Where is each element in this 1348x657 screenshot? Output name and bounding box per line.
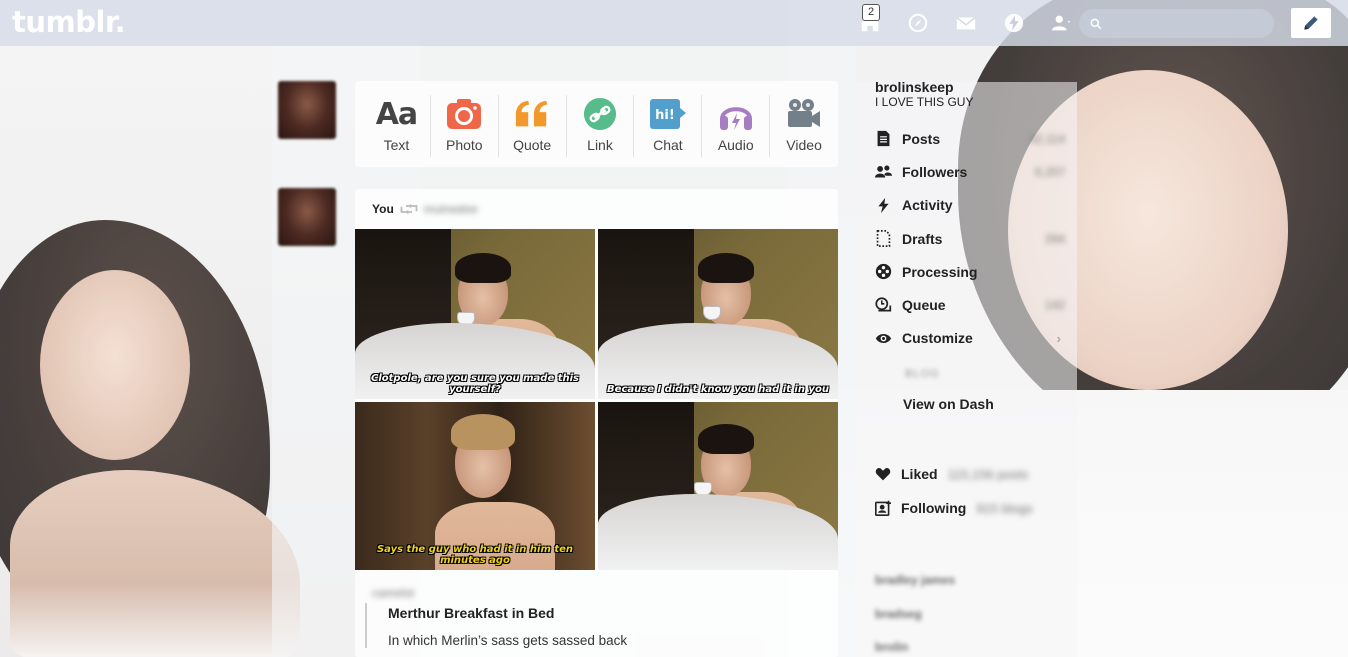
recent-blog[interactable]: bradley james	[875, 573, 955, 587]
photoset-caption: Clotpole, are you sure you made this you…	[371, 373, 579, 395]
following-count: 915 blogs	[976, 500, 1033, 516]
search-input[interactable]	[1109, 16, 1269, 31]
photoset-image[interactable]: Clotpole, are you sure you made this you…	[355, 229, 595, 399]
quote-icon	[515, 100, 548, 127]
post-type-selector: Aa Text Photo Quote Link hi! Chat Audio …	[355, 81, 838, 167]
following-icon	[875, 500, 891, 516]
sidebar-item-liked[interactable]: Liked 115,156 posts	[875, 466, 1028, 482]
chevron-right-icon: ›	[1056, 330, 1061, 346]
eye-icon	[875, 333, 892, 343]
search-bar[interactable]	[1079, 9, 1274, 38]
post-author[interactable]: You	[372, 202, 394, 216]
sidebar-item-activity[interactable]: Activity	[875, 189, 1065, 222]
recent-blog[interactable]: bradseg	[875, 607, 922, 621]
reblog-icon	[400, 203, 418, 215]
heart-icon	[875, 468, 891, 481]
drafts-icon	[876, 230, 891, 248]
post-header: You muirwalse	[372, 202, 478, 216]
text-icon: Aa	[375, 96, 418, 132]
post-type-text[interactable]: Aa Text	[363, 95, 431, 157]
photoset[interactable]: Clotpole, are you sure you made this you…	[355, 229, 838, 570]
lightning-icon[interactable]	[990, 8, 1038, 38]
dashboard-post: You muirwalse Clotpole, are you sure you…	[355, 189, 838, 657]
compass-icon[interactable]	[894, 8, 942, 38]
home-icon[interactable]: 2	[846, 4, 894, 38]
photoset-image[interactable]: Says the guy who had it in him ten minut…	[355, 402, 595, 570]
view-on-dash-link[interactable]: View on Dash	[903, 396, 994, 412]
video-icon	[788, 99, 821, 127]
blog-name[interactable]: brolinskeep	[875, 79, 954, 95]
document-icon	[877, 130, 890, 147]
post-type-chat[interactable]: hi! Chat	[634, 95, 703, 157]
search-icon	[1090, 18, 1102, 29]
post-type-link[interactable]: Link	[567, 95, 635, 157]
post-description: In which Merlin’s sass gets sassed back	[388, 633, 628, 648]
sidebar-item-drafts[interactable]: Drafts 294	[875, 222, 1065, 255]
sidebar-item-processing[interactable]: Processing	[875, 255, 1065, 288]
photoset-caption: Says the guy who had it in him ten minut…	[376, 544, 574, 566]
sidebar-item-queue[interactable]: Queue 142	[875, 288, 1065, 321]
reblogged-from[interactable]: muirwalse	[424, 202, 478, 216]
blog-section-label: BLOG	[905, 368, 940, 380]
photoset-image[interactable]	[598, 402, 838, 570]
mail-icon[interactable]	[942, 8, 990, 38]
post-source[interactable]: camelot	[372, 586, 414, 600]
photoset-image[interactable]: Because I didn't know you had it in you	[598, 229, 838, 399]
nav-icons: 2	[846, 4, 1086, 38]
blog-description: I LOVE THIS GUY	[875, 95, 974, 109]
people-icon	[875, 165, 892, 178]
link-icon	[583, 97, 617, 131]
svg-text:hi!: hi!	[655, 108, 675, 123]
post-type-video[interactable]: Video	[770, 95, 838, 157]
post-type-photo[interactable]: Photo	[431, 95, 499, 157]
sidebar-item-following[interactable]: Following 915 blogs	[875, 500, 1033, 516]
tumblr-logo[interactable]: tumblr.	[12, 5, 126, 39]
pencil-icon	[1304, 16, 1318, 30]
chat-icon: hi!	[649, 99, 686, 129]
headphones-icon	[719, 107, 752, 130]
sidebar-item-posts[interactable]: Posts 42,114	[875, 122, 1065, 155]
processing-icon	[875, 264, 892, 280]
post-avatar[interactable]	[278, 188, 336, 246]
top-navigation-bar: tumblr. 2	[0, 0, 1348, 46]
recent-blog[interactable]: brolin	[875, 640, 908, 654]
user-avatar[interactable]	[278, 81, 336, 139]
lightning-icon	[878, 197, 889, 213]
post-title: Merthur Breakfast in Bed	[388, 605, 555, 621]
camera-icon	[447, 99, 482, 129]
liked-count: 115,156 posts	[947, 466, 1029, 482]
sidebar-item-followers[interactable]: Followers 6,207	[875, 155, 1065, 188]
blog-menu: Posts 42,114 Followers 6,207 Activity Dr…	[875, 122, 1065, 355]
post-type-quote[interactable]: Quote	[499, 95, 567, 157]
post-type-audio[interactable]: Audio	[702, 95, 771, 157]
compose-button[interactable]	[1291, 8, 1331, 38]
queue-icon	[875, 297, 892, 312]
photoset-caption: Because I didn't know you had it in you	[607, 384, 829, 395]
post-body: Merthur Breakfast in Bed In which Merlin…	[365, 603, 627, 648]
inbox-count-badge: 2	[862, 4, 880, 21]
sidebar-item-customize[interactable]: Customize ›	[875, 322, 1065, 355]
